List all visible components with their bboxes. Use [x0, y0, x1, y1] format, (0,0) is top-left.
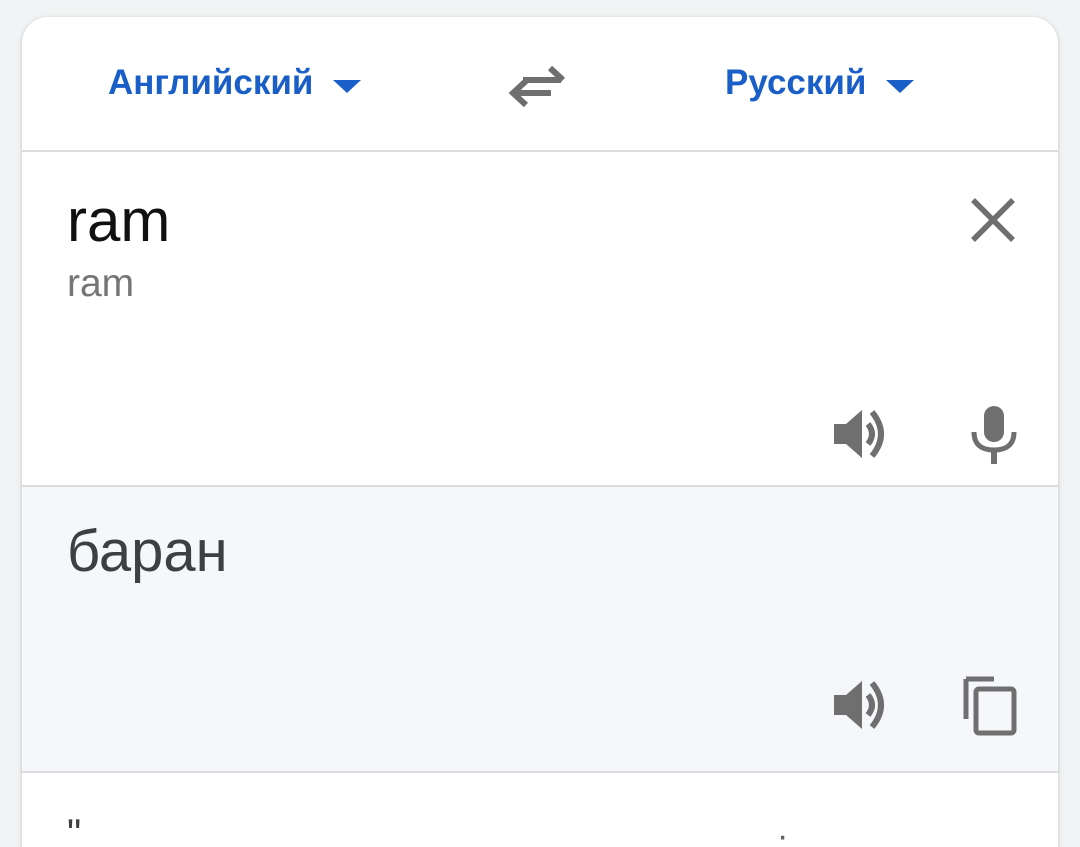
translation-text[interactable]: баран — [67, 517, 228, 587]
translation-output-area: баран — [22, 485, 1058, 773]
source-transliteration: ram — [67, 262, 135, 305]
language-bar: Английский Русский — [22, 17, 1058, 152]
source-text[interactable]: ram — [67, 186, 170, 256]
translate-card: Английский Русский ram ram баран " · — [22, 17, 1058, 847]
source-language-selector[interactable]: Английский — [108, 61, 362, 105]
speaker-icon[interactable] — [828, 673, 892, 737]
caret-down-icon — [886, 79, 915, 93]
source-language-label: Английский — [108, 63, 314, 102]
next-section-partial-text: " — [67, 812, 82, 847]
close-icon[interactable] — [965, 192, 1021, 248]
microphone-icon[interactable] — [962, 402, 1026, 466]
swap-arrows-icon[interactable] — [509, 60, 569, 110]
target-language-selector[interactable]: Русский — [725, 61, 915, 105]
next-section-partial-mark: · — [777, 817, 789, 847]
source-input-area[interactable]: ram ram — [22, 152, 1058, 485]
caret-down-icon — [333, 79, 362, 93]
speaker-icon[interactable] — [828, 402, 892, 466]
target-language-label: Русский — [725, 63, 867, 102]
copy-icon[interactable] — [960, 673, 1024, 737]
